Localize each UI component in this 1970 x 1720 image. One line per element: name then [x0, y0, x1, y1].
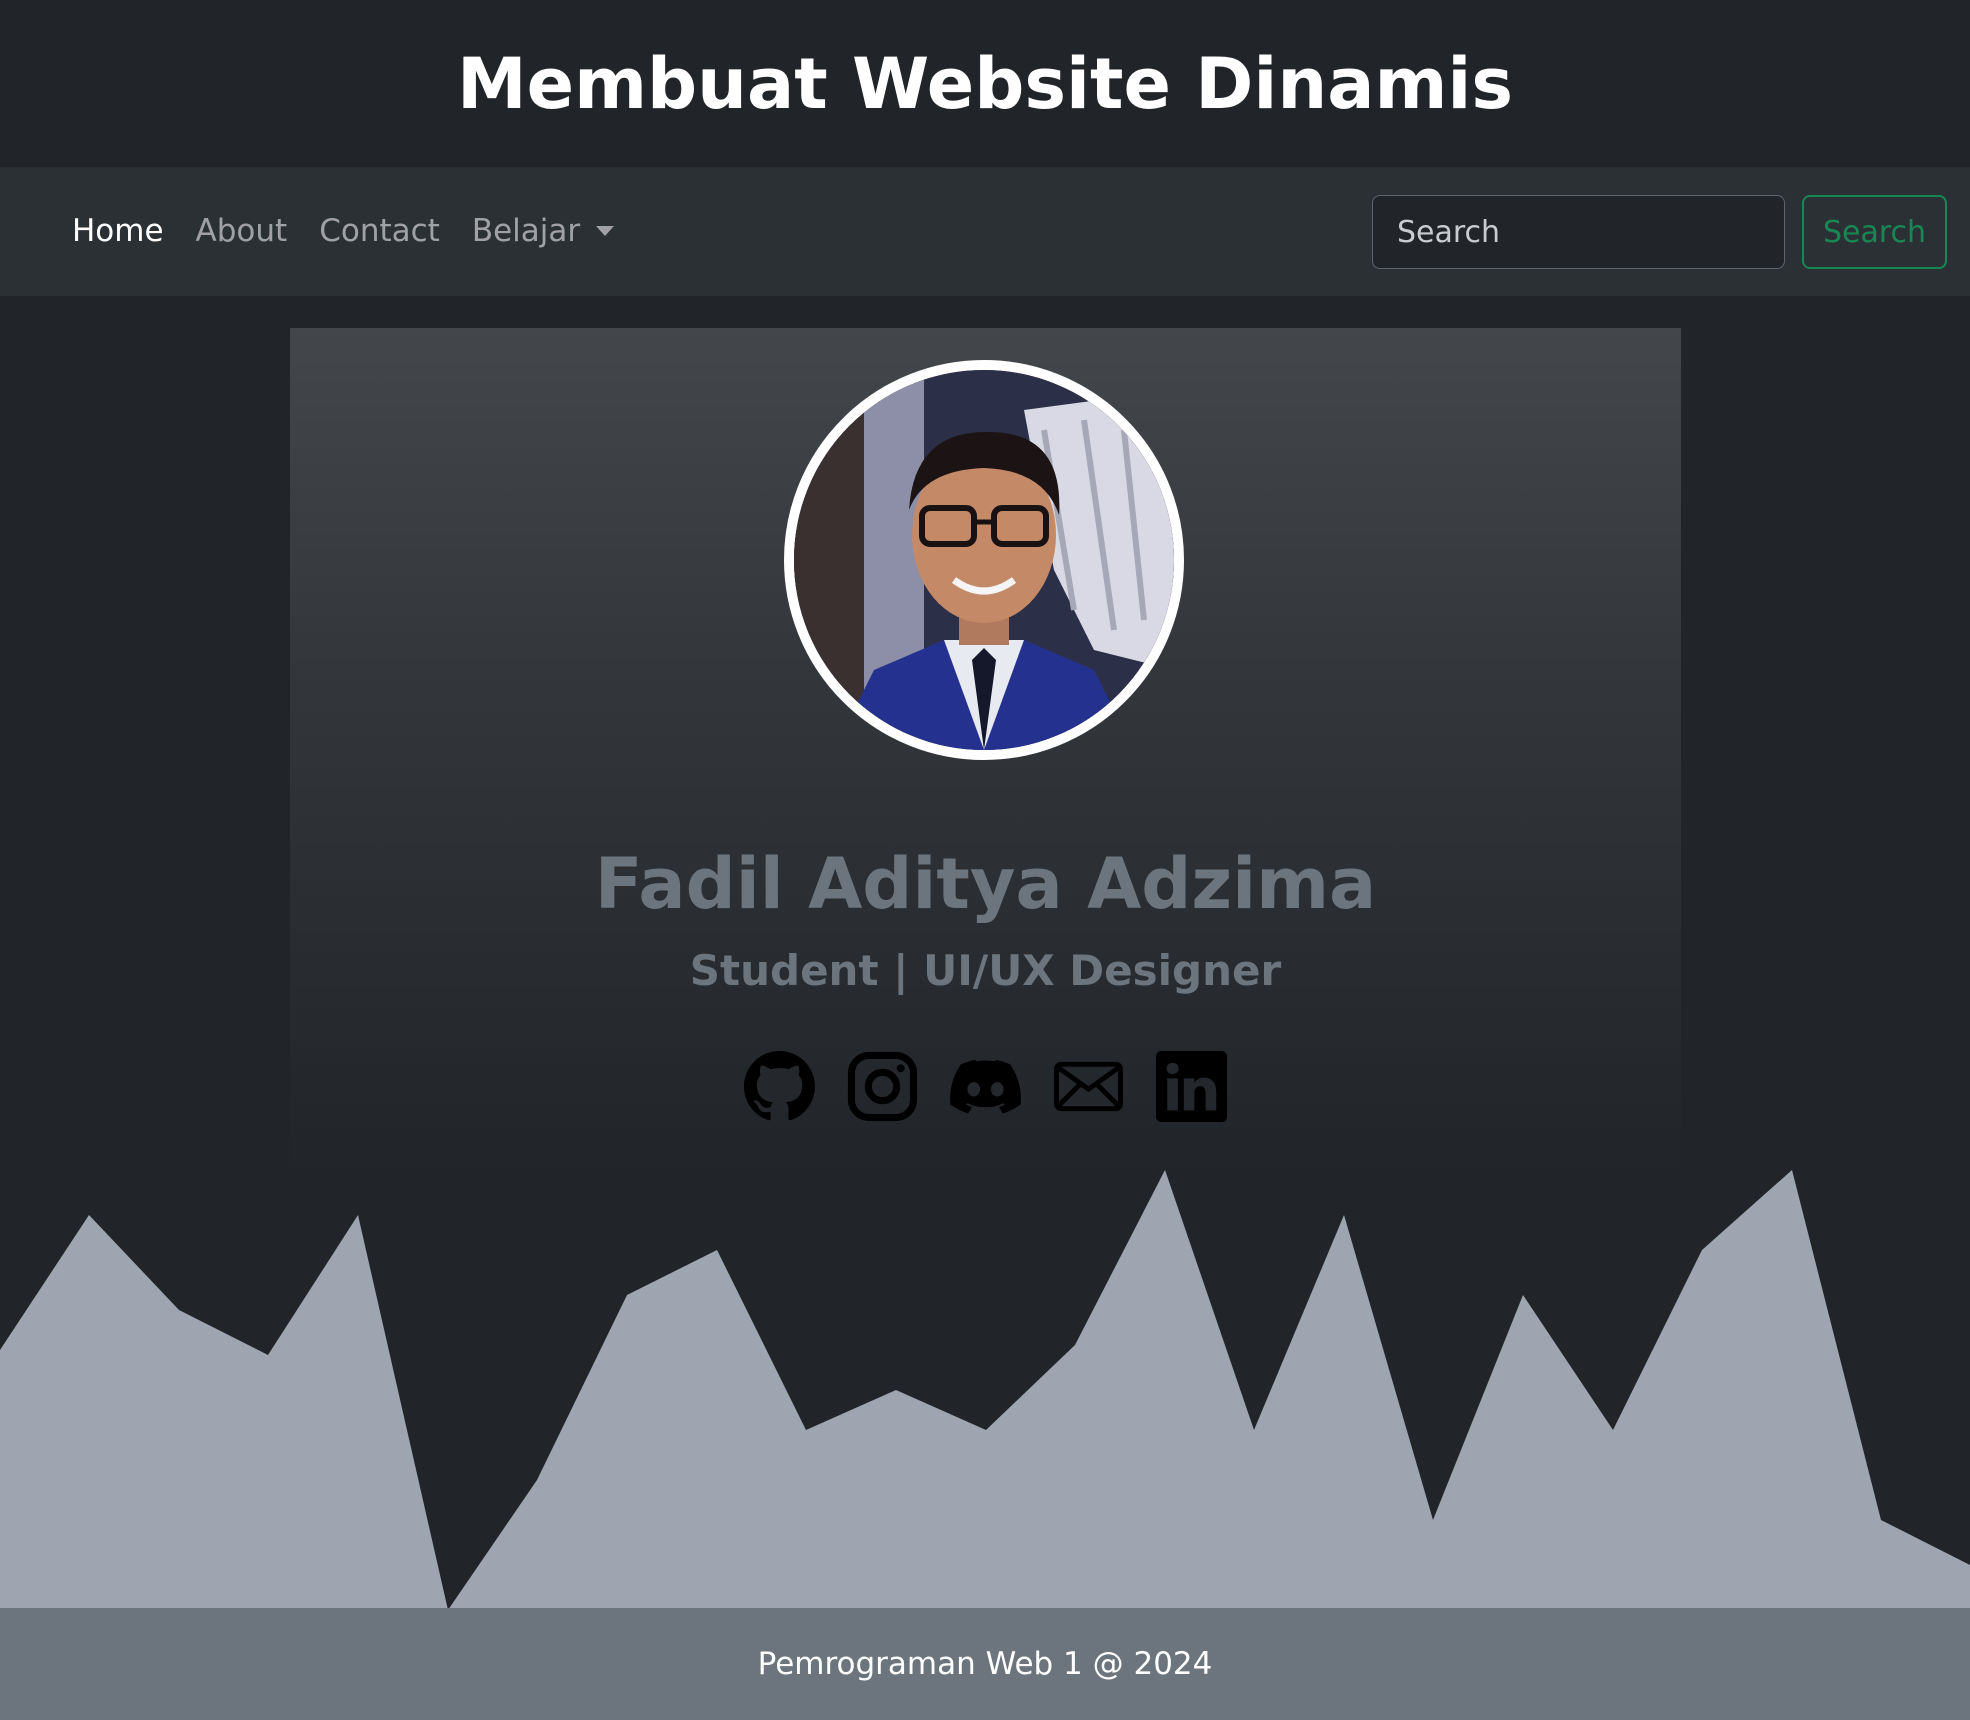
discord-icon[interactable] — [950, 1051, 1021, 1122]
site-header: Membuat Website Dinamis — [0, 0, 1970, 167]
nav-item-home[interactable]: Home — [72, 213, 164, 249]
nav-links: Home About Contact Belajar — [72, 205, 646, 257]
profile-role: Student | UI/UX Designer — [689, 946, 1282, 995]
instagram-icon[interactable] — [847, 1051, 918, 1122]
social-icons — [290, 1051, 1681, 1122]
avatar — [784, 360, 1184, 760]
nav-item-about[interactable]: About — [196, 213, 288, 249]
github-icon[interactable] — [744, 1051, 815, 1122]
profile-name: Fadil Aditya Adzima — [594, 843, 1377, 925]
footer: Pemrograman Web 1 @ 2024 — [0, 1608, 1970, 1720]
nav-item-belajar-dropdown[interactable]: Belajar — [471, 213, 615, 249]
search-input[interactable] — [1372, 195, 1785, 269]
search-button[interactable]: Search — [1802, 195, 1947, 269]
linkedin-icon[interactable] — [1156, 1051, 1227, 1122]
site-title: Membuat Website Dinamis — [456, 42, 1514, 125]
nav-item-contact[interactable]: Contact — [319, 213, 440, 249]
caret-down-icon — [596, 226, 615, 236]
footer-text: Pemrograman Web 1 @ 2024 — [757, 1646, 1213, 1682]
envelope-icon[interactable] — [1053, 1051, 1124, 1122]
wave-decoration — [0, 1170, 1970, 1610]
profile-photo — [794, 370, 1174, 750]
profile-card: Fadil Aditya Adzima Student | UI/UX Desi… — [290, 328, 1681, 1180]
nav-item-belajar-label: Belajar — [471, 213, 581, 249]
